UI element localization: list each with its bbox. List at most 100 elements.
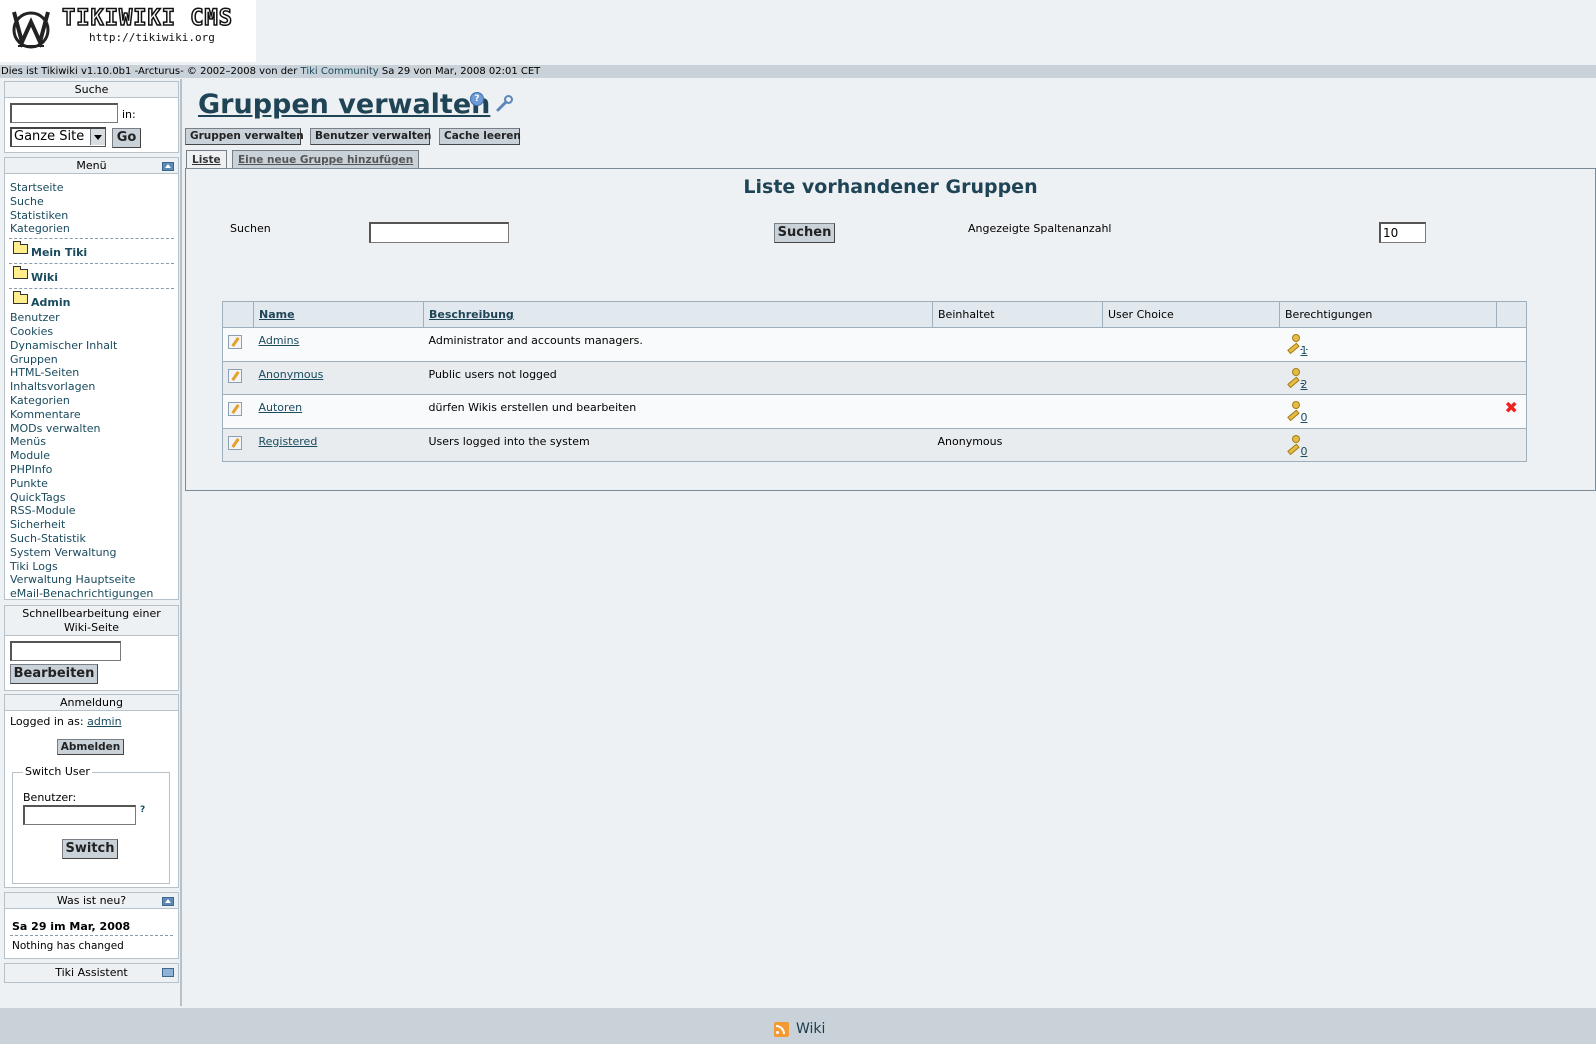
group-name-link[interactable]: Anonymous [259,368,324,381]
switch-user-help-link[interactable]: ? [140,805,145,815]
folder-label: Wiki [31,271,58,285]
menu-item-startseite[interactable]: Startseite [5,181,178,195]
menu-item-email-benachrichtigungen[interactable]: eMail-Benachrichtigungen [5,587,178,601]
find-input[interactable] [369,222,509,243]
delete-icon[interactable]: ✖ [1505,398,1518,417]
menu-item-statistiken[interactable]: Statistiken [5,209,178,223]
menu-item-rss-module[interactable]: RSS-Module [5,504,178,518]
expand-icon[interactable] [162,968,174,977]
help-icon[interactable]: ? [470,92,484,106]
key-icon [1285,434,1300,449]
menu-item-kategorien-admin[interactable]: Kategorien [5,394,178,408]
menu-item-mods-verwalten[interactable]: MODs verwalten [5,422,178,436]
info-bar: Dies ist Tikiwiki v1.10.0b1 -Arcturus- ©… [0,65,1596,78]
col-icon-header [222,301,254,328]
tab-list[interactable]: Liste [186,150,227,169]
logged-in-user-link[interactable]: admin [87,715,121,728]
menu-item-suche[interactable]: Suche [5,195,178,209]
page-title[interactable]: Gruppen verwalten [198,89,490,120]
menu-item-benutzer[interactable]: Benutzer [5,311,178,325]
find-button[interactable]: Suchen [774,223,835,243]
rows-input[interactable] [1379,222,1426,243]
col-description-header: Beschreibung [423,301,933,328]
logo-title: TIKIWIKI CMS [61,5,233,32]
edit-icon[interactable] [228,435,242,450]
cell-name: Registered [253,428,424,462]
assistant-title-text: Tiki Assistent [55,966,128,979]
edit-icon[interactable] [228,402,242,416]
menu-item-module[interactable]: Module [5,449,178,463]
search-go-button[interactable]: Go [112,128,141,148]
cell-includes: Anonymous [932,428,1103,462]
menu-item-quicktags[interactable]: QuickTags [5,491,178,505]
manage-groups-button[interactable]: Gruppen verwalten [185,128,304,145]
permissions-count: 1 [1300,344,1308,357]
menu-item-dynamischer-inhalt[interactable]: Dynamischer Inhalt [5,339,178,353]
permissions-link[interactable]: 0 [1285,434,1308,458]
sort-name-link[interactable]: Name [259,308,295,321]
menu-item-kategorien[interactable]: Kategorien [5,222,178,236]
table-header-row: Name Beschreibung Beinhaltet User Choice… [222,301,1527,328]
manage-users-button[interactable]: Benutzer verwalten [310,128,431,145]
menu-folder-admin[interactable]: Admin [5,291,178,311]
permissions-count: 2 [1300,377,1308,391]
wrench-icon[interactable] [495,93,515,113]
menu-item-phpinfo[interactable]: PHPInfo [5,463,178,477]
whatsnew-box-title: Was ist neu? [5,893,178,909]
table-row: Anonymous Public users not logged 2 [222,361,1527,395]
menu-item-verwaltung-hauptseite[interactable]: Verwaltung Hauptseite [5,573,178,587]
collapse-icon[interactable] [162,897,174,906]
group-name-link[interactable]: Registered [259,435,318,448]
cell-user-choice [1102,428,1280,462]
search-input[interactable] [10,103,118,123]
menu-item-gruppen[interactable]: Gruppen [5,353,178,367]
menu-item-menues[interactable]: Menüs [5,435,178,449]
tab-add-group[interactable]: Eine neue Gruppe hinzufügen [232,150,420,169]
menu-item-html-seiten[interactable]: HTML-Seiten [5,366,178,380]
menu-item-tiki-logs[interactable]: Tiki Logs [5,560,178,574]
group-name-link[interactable]: Autoren [259,401,303,414]
search-scope-select[interactable]: Ganze Site [10,127,106,147]
menu-item-inhaltsvorlagen[interactable]: Inhaltsvorlagen [5,380,178,394]
edit-icon[interactable] [228,335,242,349]
table-row: Registered Users logged into the system … [222,428,1527,462]
menu-folder-wiki[interactable]: Wiki [5,266,178,286]
footer: Wiki [0,1008,1596,1044]
permissions-link[interactable]: 0 [1285,401,1308,424]
switch-user-button[interactable]: Switch [62,839,118,859]
tiki-community-link[interactable]: Tiki Community [301,66,379,77]
col-permissions-header: Berechtigungen [1279,301,1497,328]
menu-folder-mein-tiki[interactable]: Mein Tiki [5,241,178,261]
key-icon [1285,334,1300,348]
menu-item-punkte[interactable]: Punkte [5,477,178,491]
rss-icon[interactable] [774,1022,789,1037]
menu-divider [9,238,174,240]
switch-user-input[interactable] [23,805,136,825]
whatsnew-title-text: Was ist neu? [56,894,127,907]
cell-description: Users logged into the system [423,428,933,462]
header: TIKIWIKI CMS http://tikiwiki.org [0,0,1596,64]
quickedit-page-input[interactable] [10,641,121,661]
site-logo[interactable]: TIKIWIKI CMS http://tikiwiki.org [0,0,256,62]
key-icon [1285,367,1300,382]
menu-item-such-statistik[interactable]: Such-Statistik [5,532,178,546]
group-name-link[interactable]: Admins [259,334,300,347]
menu-item-cookies[interactable]: Cookies [5,325,178,339]
menu-item-system-verwaltung[interactable]: System Verwaltung [5,546,178,560]
quickedit-edit-button[interactable]: Bearbeiten [10,664,98,684]
permissions-link[interactable]: 2 [1285,367,1308,391]
whatsnew-divider [10,935,173,936]
clear-cache-button[interactable]: Cache leeren [439,128,521,145]
cell-edit [222,361,254,395]
menu-item-sicherheit[interactable]: Sicherheit [5,518,178,532]
cell-user-choice [1102,394,1280,429]
chevron-down-icon [90,129,105,145]
rss-wiki-link[interactable]: Wiki [796,1021,825,1037]
edit-icon[interactable] [228,368,242,383]
collapse-icon[interactable] [162,162,174,171]
col-includes-header: Beinhaltet [932,301,1103,328]
menu-item-kommentare[interactable]: Kommentare [5,408,178,422]
permissions-link[interactable]: 1 [1285,334,1308,357]
logout-button[interactable]: Abmelden [57,739,124,755]
sort-description-link[interactable]: Beschreibung [429,308,514,321]
